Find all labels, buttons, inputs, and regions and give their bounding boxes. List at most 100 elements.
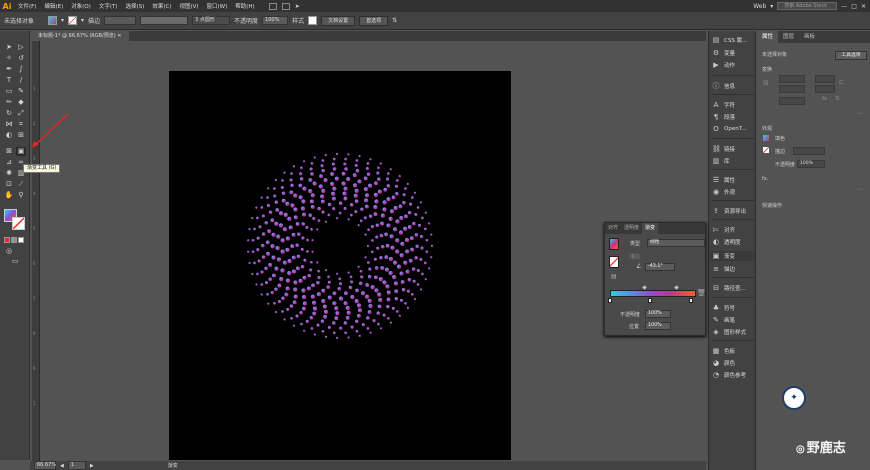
dock-item-gradient[interactable]: ▣ 渐变: [710, 251, 755, 261]
tab-gradient[interactable]: 渐变: [642, 223, 659, 234]
bridge-icon[interactable]: [268, 2, 277, 10]
gradient-tool-icon[interactable]: ▣: [16, 147, 26, 156]
send-icon[interactable]: ➤: [295, 3, 300, 10]
dock-item-paragraph[interactable]: ¶ 段落: [712, 112, 735, 122]
rectangle-tool-icon[interactable]: ▭: [4, 87, 14, 96]
lasso-tool-icon[interactable]: ↺: [16, 54, 26, 63]
maximize-icon[interactable]: □: [851, 3, 857, 10]
gradient-type-select[interactable]: 线性: [647, 239, 705, 247]
dock-item-symbols[interactable]: ♣ 符号: [712, 303, 735, 313]
screen-mode-icon[interactable]: ▭: [10, 257, 20, 266]
symbol-sprayer-tool-icon[interactable]: ✺: [4, 169, 14, 178]
width-tool-icon[interactable]: ⋈: [4, 120, 14, 129]
dotted-ring-artwork[interactable]: [169, 71, 511, 460]
dock-item-properties[interactable]: ☰ 属性: [712, 175, 735, 185]
dock-item-export[interactable]: ⇪ 资源导出: [712, 206, 746, 216]
tab-properties[interactable]: 属性: [757, 31, 779, 43]
menu-window[interactable]: 窗口(W): [203, 2, 232, 10]
gradient-fill-preview[interactable]: [609, 238, 619, 250]
gradient-stop-end[interactable]: [689, 298, 693, 303]
menu-effect[interactable]: 效果(C): [148, 2, 175, 10]
dock-item-stroke[interactable]: ≡ 描边: [712, 264, 735, 274]
status-mode[interactable]: 渐变: [168, 462, 178, 469]
gradient-slider[interactable]: [610, 290, 696, 297]
dock-item-actions[interactable]: ▶ 动作: [712, 60, 735, 70]
dock-item-opentype[interactable]: O OpenT...: [712, 124, 746, 134]
menu-type[interactable]: 文字(T): [95, 2, 122, 10]
chevron-down-icon[interactable]: ▾: [61, 17, 64, 24]
dock-item-appearance[interactable]: ◉ 外观: [712, 187, 735, 197]
tool-options-button[interactable]: 工具选项: [835, 51, 867, 60]
midpoint-diamond[interactable]: [674, 285, 679, 290]
free-transform-tool-icon[interactable]: ⌗: [16, 120, 26, 129]
tab-align[interactable]: 对齐: [605, 223, 621, 234]
tab-transparency[interactable]: 透明度: [621, 223, 642, 234]
opacity-field[interactable]: 100%: [262, 16, 289, 25]
curvature-tool-icon[interactable]: ∫: [16, 65, 26, 74]
menu-file[interactable]: 文件(F): [14, 2, 40, 10]
angle-field[interactable]: -43.1°: [645, 263, 675, 271]
rotate-tool-icon[interactable]: ↻: [4, 109, 14, 118]
line-tool-icon[interactable]: /: [16, 76, 26, 85]
dock-item-info[interactable]: ⓘ 信息: [712, 81, 736, 91]
zoom-tool-icon[interactable]: ⚲: [16, 191, 26, 200]
fill-swatch[interactable]: [763, 135, 769, 141]
dock-item-graphic-styles[interactable]: ◈ 图形样式: [712, 327, 746, 337]
menu-view[interactable]: 视图(V): [175, 2, 202, 10]
hand-tool-icon[interactable]: ✋: [4, 191, 14, 200]
dock-item-align[interactable]: ⊨ 对齐: [712, 225, 735, 235]
menu-object[interactable]: 对象(O): [67, 2, 95, 10]
gradient-stop-start[interactable]: [608, 298, 612, 303]
color-mode-buttons[interactable]: [4, 237, 26, 243]
eraser-tool-icon[interactable]: ◆: [16, 98, 26, 107]
stroke-label[interactable]: 描边: [88, 16, 100, 25]
scale-tool-icon[interactable]: ⤢: [16, 109, 26, 118]
direct-selection-tool-icon[interactable]: ▷: [16, 43, 26, 52]
arrange-documents-icon[interactable]: [281, 2, 290, 10]
tab-artboards[interactable]: 画板: [799, 31, 820, 43]
midpoint-diamond[interactable]: [642, 285, 647, 290]
pencil-tool-icon[interactable]: ✏: [4, 98, 14, 107]
eyedropper-tool-icon[interactable]: ⊿: [4, 158, 14, 167]
menu-select[interactable]: 选择(S): [122, 2, 149, 10]
stroke-weight-field[interactable]: [104, 16, 137, 25]
tab-layers[interactable]: 图层: [778, 31, 799, 43]
chevron-down-icon[interactable]: ▾: [770, 3, 773, 10]
artboard-tool-icon[interactable]: ⊡: [4, 180, 14, 189]
dock-item-character[interactable]: A 字符: [712, 100, 735, 110]
chevron-down-icon[interactable]: ▾: [81, 17, 84, 24]
stroke-weight-field[interactable]: [793, 147, 825, 155]
perspective-grid-tool-icon[interactable]: ⊞: [16, 131, 26, 140]
edit-gradient-icon[interactable]: ▤: [611, 273, 617, 280]
dock-item-variables[interactable]: ⚙ 变量: [712, 48, 735, 58]
selection-tool-icon[interactable]: ➤: [4, 43, 14, 52]
artboard-number-field[interactable]: 1: [67, 461, 86, 470]
artboard[interactable]: [169, 71, 511, 460]
magic-wand-tool-icon[interactable]: ✧: [4, 54, 14, 63]
dock-item-css[interactable]: ▤ CSS 属...: [712, 35, 748, 45]
delete-stop-icon[interactable]: 🗑: [697, 289, 706, 297]
location-field[interactable]: 100%: [645, 322, 671, 330]
draw-mode-icon[interactable]: ◎: [4, 247, 14, 256]
more-options-icon[interactable]: ⋯: [857, 186, 863, 193]
artboard-nav-icon[interactable]: ▶: [90, 463, 94, 469]
menu-edit[interactable]: 编辑(E): [40, 2, 67, 10]
zoom-field[interactable]: 66.67%: [34, 461, 56, 470]
style-swatch[interactable]: [308, 16, 318, 25]
minimize-icon[interactable]: —: [841, 3, 847, 10]
brush-definition[interactable]: 3 点圆形: [192, 16, 231, 25]
opacity-field[interactable]: 100%: [645, 310, 671, 318]
close-icon[interactable]: ✕: [861, 3, 866, 10]
dock-item-brushes[interactable]: ✎ 画笔: [712, 315, 735, 325]
arrange-icon[interactable]: ⇅: [392, 17, 397, 24]
mesh-tool-icon[interactable]: ⊠: [4, 147, 14, 156]
document-tab[interactable]: 未标题-1* @ 66.67% (RGB/预览) ✕: [30, 31, 130, 41]
document-setup-button[interactable]: 文档设置: [321, 15, 356, 26]
fill-swatch[interactable]: [48, 16, 57, 25]
stroke-preview[interactable]: [609, 256, 619, 268]
gradient-stop-mid[interactable]: [648, 298, 652, 303]
dock-item-transparency[interactable]: ◐ 透明度: [712, 237, 741, 247]
dock-item-links[interactable]: ⛓ 链接: [712, 144, 735, 154]
slice-tool-icon[interactable]: ⟋: [16, 180, 26, 189]
close-tab-icon[interactable]: ✕: [117, 33, 121, 39]
